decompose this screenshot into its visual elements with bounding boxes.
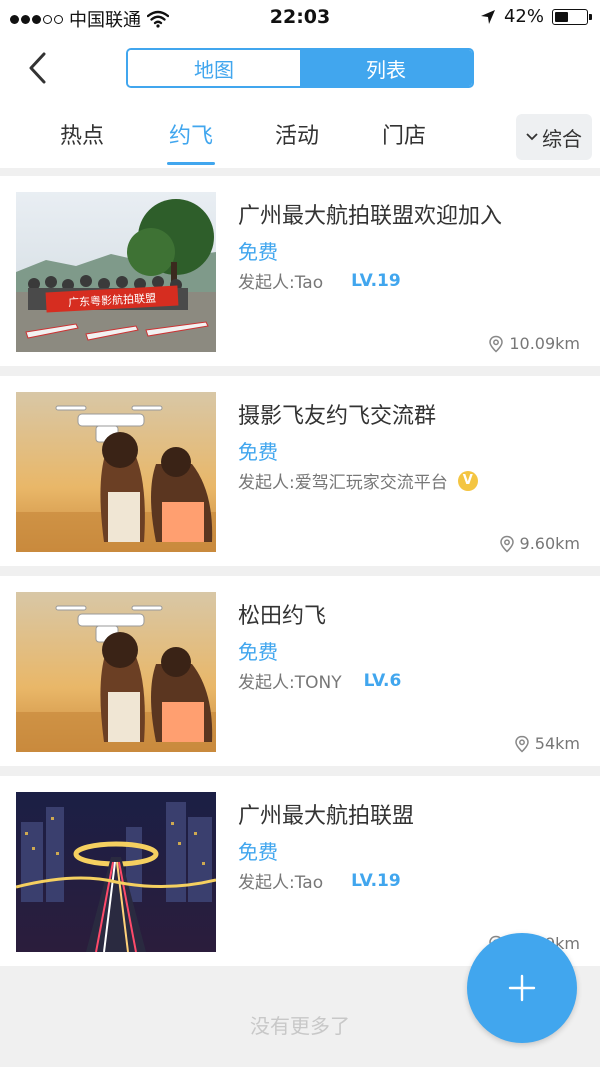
item-title: 广州最大航拍联盟欢迎加入 <box>238 204 503 229</box>
list-item[interactable]: 广东粤影航拍联盟 广州最大航拍联盟欢迎加入 免费 发起人:Tao LV.19 1… <box>0 176 600 366</box>
item-distance: 10.09km <box>487 334 580 353</box>
item-distance: 54km <box>513 734 580 753</box>
owner-name: 发起人:Tao <box>238 873 324 893</box>
city-night-thumbnail <box>16 792 216 952</box>
battery-percent: 42% <box>503 6 544 27</box>
item-owner: 发起人:Tao LV.19 <box>238 268 401 294</box>
battery-fill <box>555 11 568 22</box>
tab-stores[interactable]: 门店 <box>359 118 449 150</box>
view-mode-segmented-control: 地图 列表 <box>126 48 474 88</box>
tab-fly-meetup[interactable]: 约飞 <box>146 118 236 150</box>
item-price: 免费 <box>238 840 278 864</box>
list-item[interactable]: 松田约飞 免费 发起人:TONY LV.6 54km <box>0 576 600 766</box>
sort-dropdown[interactable]: 综合 <box>516 114 592 160</box>
item-title: 广州最大航拍联盟 <box>238 804 415 829</box>
location-pin-icon <box>515 735 529 753</box>
tab-hot[interactable]: 热点 <box>37 118 127 150</box>
verified-badge-icon: V <box>457 470 478 491</box>
plus-icon <box>508 974 536 1002</box>
active-tab-indicator <box>167 162 215 165</box>
status-right: 42% <box>480 6 592 27</box>
tab-events[interactable]: 活动 <box>252 118 342 150</box>
app-root: 中国联通 22:03 42% 地图 列表 热点 约飞 活动 门店 综合 广东粤影… <box>0 0 600 1067</box>
owner-name: 发起人:爱驾汇玩家交流平台 <box>238 473 448 493</box>
item-price: 免费 <box>238 640 278 664</box>
owner-level: LV.19 <box>351 270 401 291</box>
status-bar: 中国联通 22:03 42% <box>0 0 600 34</box>
location-pin-icon <box>489 335 504 353</box>
category-tabs: 热点 约飞 活动 门店 综合 <box>0 102 600 168</box>
item-title: 摄影飞友约飞交流群 <box>238 404 437 429</box>
sort-label: 综合 <box>542 126 582 151</box>
item-owner: 发起人:爱驾汇玩家交流平台 V <box>238 468 478 493</box>
owner-name: 发起人:TONY <box>238 673 342 693</box>
item-owner: 发起人:TONY LV.6 <box>238 668 402 694</box>
segment-map[interactable]: 地图 <box>128 50 300 86</box>
item-distance: 9.60km <box>498 534 580 553</box>
list-item[interactable]: 摄影飞友约飞交流群 免费 发起人:爱驾汇玩家交流平台 V 9.60km <box>0 376 600 566</box>
item-title: 松田约飞 <box>238 604 327 629</box>
battery-icon <box>552 8 592 25</box>
drone-photo-thumbnail <box>16 592 216 752</box>
owner-name: 发起人:Tao <box>238 273 324 293</box>
segment-list[interactable]: 列表 <box>300 50 472 86</box>
location-pin-icon <box>499 535 514 553</box>
back-chevron-icon[interactable] <box>24 50 54 86</box>
chevron-down-icon <box>526 133 538 141</box>
item-owner: 发起人:Tao LV.19 <box>238 868 401 894</box>
distance-value: 9.60km <box>519 534 580 553</box>
distance-value: 10.09km <box>509 334 580 353</box>
nav-bar: 地图 列表 <box>0 34 600 102</box>
location-arrow-icon <box>480 9 495 24</box>
drone-photo-thumbnail <box>16 392 216 552</box>
add-meetup-button[interactable] <box>467 933 577 1043</box>
item-price: 免费 <box>238 240 278 264</box>
group-photo-thumbnail: 广东粤影航拍联盟 <box>16 192 216 352</box>
distance-value: 54km <box>534 734 580 753</box>
owner-level: LV.6 <box>363 670 402 691</box>
owner-level: LV.19 <box>351 870 401 891</box>
item-price: 免费 <box>238 440 278 464</box>
